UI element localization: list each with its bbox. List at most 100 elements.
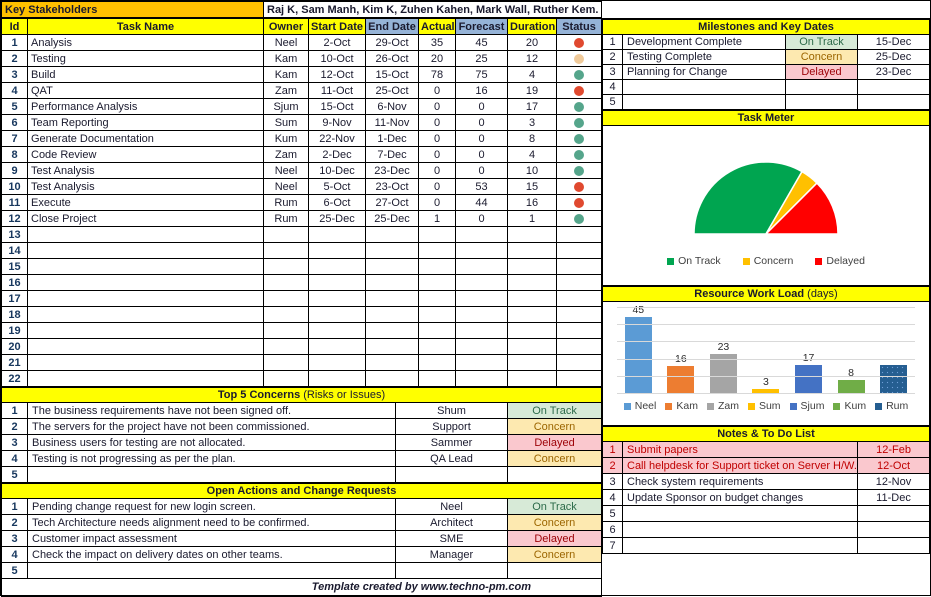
task-name [28, 355, 264, 371]
list-item[interactable]: 5 [2, 467, 602, 483]
task-col-duration[interactable]: Duration [508, 19, 557, 35]
legend-item[interactable]: Sum [748, 400, 781, 412]
task-start-date: 9-Nov [309, 115, 366, 131]
table-row[interactable]: 1AnalysisNeel2-Oct29-Oct354520 [2, 35, 602, 51]
bar-column[interactable]: 16 [667, 308, 694, 394]
task-name [28, 307, 264, 323]
bar-column[interactable]: 45 [625, 308, 652, 394]
table-row[interactable]: 17 [2, 291, 602, 307]
task-forecast [456, 339, 508, 355]
status-badge: Concern [508, 451, 602, 467]
task-forecast: 53 [456, 179, 508, 195]
list-item[interactable]: 4Testing is not progressing as per the p… [2, 451, 602, 467]
status-dot-green-icon [574, 134, 584, 144]
task-col-start-date[interactable]: Start Date [309, 19, 366, 35]
table-row[interactable]: 6Team ReportingSum9-Nov11-Nov003 [2, 115, 602, 131]
item-owner: Shum [396, 403, 508, 419]
legend-swatch-icon [743, 258, 750, 265]
task-col-end-date[interactable]: End Date [366, 19, 419, 35]
bar-rum [880, 365, 907, 394]
task-actual: 0 [419, 99, 456, 115]
table-row[interactable]: 3BuildKam12-Oct15-Oct78754 [2, 67, 602, 83]
table-row[interactable]: 15 [2, 259, 602, 275]
list-item[interactable]: 4Check the impact on delivery dates on o… [2, 547, 602, 563]
item-owner: Support [396, 419, 508, 435]
legend-item[interactable]: Kam [665, 400, 698, 412]
legend-item[interactable]: On Track [667, 255, 721, 267]
list-item[interactable]: 2Call helpdesk for Support ticket on Ser… [603, 458, 930, 474]
milestone-date: 25-Dec [858, 50, 930, 65]
task-col-task-name[interactable]: Task Name [28, 19, 264, 35]
task-name: Execute [28, 195, 264, 211]
task-id: 10 [2, 179, 28, 195]
legend-item[interactable]: Delayed [815, 255, 865, 267]
legend-item[interactable]: Kum [833, 400, 866, 412]
key-stakeholders-value: Raj K, Sam Manh, Kim K, Zuhen Kahen, Mar… [264, 2, 602, 18]
legend-item[interactable]: Concern [743, 255, 794, 267]
list-item[interactable]: 5 [2, 563, 602, 579]
table-row[interactable]: 9Test AnalysisNeel10-Dec23-Dec0010 [2, 163, 602, 179]
list-item[interactable]: 3Check system requirements12-Nov [603, 474, 930, 490]
table-row[interactable]: 5 [603, 95, 930, 110]
status-dot-green-icon [574, 118, 584, 128]
legend-item[interactable]: Sjum [790, 400, 825, 412]
table-row[interactable]: 2Testing CompleteConcern25-Dec [603, 50, 930, 65]
table-row[interactable]: 10Test AnalysisNeel5-Oct23-Oct05315 [2, 179, 602, 195]
legend-item[interactable]: Zam [707, 400, 739, 412]
gridline [617, 324, 915, 325]
task-col-status[interactable]: Status [557, 19, 602, 35]
list-item[interactable]: 1Submit papers12-Feb [603, 442, 930, 458]
legend-item[interactable]: Rum [875, 400, 908, 412]
table-row[interactable]: 5Performance AnalysisSjum15-Oct6-Nov0017 [2, 99, 602, 115]
table-row[interactable]: 16 [2, 275, 602, 291]
table-row[interactable]: 18 [2, 307, 602, 323]
bar-column[interactable] [880, 308, 907, 394]
list-item[interactable]: 7 [603, 538, 930, 554]
task-forecast: 0 [456, 115, 508, 131]
table-row[interactable]: 7Generate DocumentationKum22-Nov1-Dec008 [2, 131, 602, 147]
task-id: 1 [2, 35, 28, 51]
list-item[interactable]: 2The servers for the project have not be… [2, 419, 602, 435]
table-row[interactable]: 12Close ProjectRum25-Dec25-Dec101 [2, 211, 602, 227]
table-row[interactable]: 11ExecuteRum6-Oct27-Oct04416 [2, 195, 602, 211]
legend-item[interactable]: Neel [624, 400, 657, 412]
task-owner [264, 339, 309, 355]
list-item[interactable]: 4Update Sponsor on budget changes11-Dec [603, 490, 930, 506]
legend-swatch-icon [707, 403, 714, 410]
task-col-forecast[interactable]: Forecast [456, 19, 508, 35]
table-row[interactable]: 13 [2, 227, 602, 243]
table-row[interactable]: 14 [2, 243, 602, 259]
table-row[interactable]: 22 [2, 371, 602, 387]
bar-column[interactable]: 8 [838, 308, 865, 394]
task-name [28, 227, 264, 243]
note-text: Submit papers [623, 442, 858, 458]
list-item[interactable]: 1The business requirements have not been… [2, 403, 602, 419]
table-row[interactable]: 4QATZam11-Oct25-Oct01619 [2, 83, 602, 99]
list-item[interactable]: 2Tech Architecture needs alignment need … [2, 515, 602, 531]
table-row[interactable]: 4 [603, 80, 930, 95]
table-row[interactable]: 8Code ReviewZam2-Dec7-Dec004 [2, 147, 602, 163]
task-col-actual[interactable]: Actual [419, 19, 456, 35]
table-row[interactable]: 3Planning for ChangeDelayed23-Dec [603, 65, 930, 80]
task-end-date: 25-Oct [366, 83, 419, 99]
gridline [617, 393, 915, 394]
list-item[interactable]: 6 [603, 522, 930, 538]
milestones-section: Milestones and Key Dates 1Development Co… [602, 19, 930, 110]
table-row[interactable]: 20 [2, 339, 602, 355]
list-item[interactable]: 1Pending change request for new login sc… [2, 499, 602, 515]
list-item[interactable]: 3Business users for testing are not allo… [2, 435, 602, 451]
bar-column[interactable]: 17 [795, 308, 822, 394]
list-item[interactable]: 3Customer impact assessmentSMEDelayed [2, 531, 602, 547]
table-row[interactable]: 1Development CompleteOn Track15-Dec [603, 35, 930, 50]
status-indicator [557, 227, 602, 243]
task-col-owner[interactable]: Owner [264, 19, 309, 35]
bar-column[interactable]: 3 [752, 308, 779, 394]
bar-column[interactable]: 23 [710, 308, 737, 394]
task-start-date [309, 307, 366, 323]
table-row[interactable]: 21 [2, 355, 602, 371]
list-item[interactable]: 5 [603, 506, 930, 522]
task-col-id[interactable]: Id [2, 19, 28, 35]
task-start-date: 11-Oct [309, 83, 366, 99]
table-row[interactable]: 2TestingKam10-Oct26-Oct202512 [2, 51, 602, 67]
table-row[interactable]: 19 [2, 323, 602, 339]
